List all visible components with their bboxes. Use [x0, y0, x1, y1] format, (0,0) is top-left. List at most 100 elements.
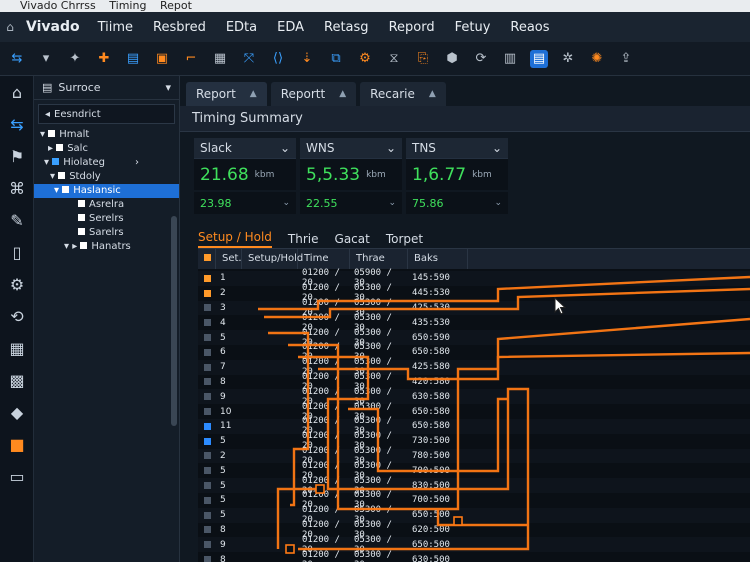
- table-row[interactable]: 9 01200 / 20 05300 / 30 630:580: [198, 387, 750, 407]
- tree-node[interactable]: Serelrs: [34, 212, 179, 226]
- link-icon[interactable]: ⧖: [385, 50, 403, 68]
- chevron-down-icon[interactable]: ▾: [165, 81, 171, 94]
- table-row[interactable]: 4 01200 / 20 05300 / 30 435:530: [198, 313, 750, 333]
- page-icon[interactable]: ▥: [501, 50, 519, 68]
- chevron-down-icon[interactable]: ⌄: [494, 198, 502, 208]
- copy-icon[interactable]: ⧉: [327, 50, 345, 68]
- settings-icon[interactable]: ⚙: [0, 268, 34, 300]
- menu-item[interactable]: EDta: [226, 20, 257, 35]
- chevron-down-icon[interactable]: ⌄: [492, 141, 502, 155]
- chevron-down-icon[interactable]: ▾: [37, 50, 55, 68]
- row-checkbox[interactable]: [198, 511, 216, 519]
- table-row[interactable]: 8 01200 / 20 05300 / 30 630:500: [198, 550, 750, 562]
- home-icon[interactable]: ⌂: [0, 20, 20, 34]
- row-checkbox[interactable]: [198, 541, 216, 549]
- tab-thrie[interactable]: Thrie: [288, 232, 319, 246]
- device-icon[interactable]: ▯: [0, 236, 34, 268]
- document-icon[interactable]: ⎘: [414, 50, 432, 68]
- menu-item[interactable]: EDA: [277, 20, 304, 35]
- row-checkbox[interactable]: [198, 289, 216, 297]
- table-row[interactable]: 5 01200 / 20 05300 / 30 650:500: [198, 505, 750, 525]
- col-header[interactable]: Set.: [216, 249, 242, 269]
- flag-icon[interactable]: ⚑: [0, 140, 34, 172]
- row-checkbox[interactable]: [198, 378, 216, 386]
- tab-reportt[interactable]: Reportt ▲: [270, 82, 357, 106]
- chevron-down-icon[interactable]: ⌄: [388, 198, 396, 208]
- table-row[interactable]: 2 01200 / 20 05300 / 30 445:530: [198, 283, 750, 303]
- tab-setup-hold[interactable]: Setup / Hold: [198, 230, 272, 248]
- flow-icon[interactable]: ⇆: [8, 50, 26, 68]
- row-checkbox[interactable]: [198, 304, 216, 312]
- home-icon[interactable]: ⌂: [0, 76, 34, 108]
- chip-icon[interactable]: ▣: [153, 50, 171, 68]
- gear-orange-icon[interactable]: ✺: [588, 50, 606, 68]
- col-header[interactable]: Thrae: [350, 249, 408, 269]
- folder-icon[interactable]: ▭: [0, 460, 34, 492]
- menu-item[interactable]: Retasg: [324, 20, 369, 35]
- tree-node[interactable]: ▾ Hmalt: [34, 128, 179, 142]
- grid-icon[interactable]: ▦: [0, 332, 34, 364]
- tree-node[interactable]: ▾ Hiolateg ›: [34, 156, 179, 170]
- tag-icon[interactable]: ◆: [0, 396, 34, 428]
- menu-item[interactable]: Reaos: [510, 20, 549, 35]
- tree-toggle-icon[interactable]: ◂: [45, 109, 50, 120]
- wizard-icon[interactable]: ✦: [66, 50, 84, 68]
- row-checkbox[interactable]: [198, 452, 216, 460]
- chevron-down-icon[interactable]: ⌄: [280, 141, 290, 155]
- source-filter[interactable]: ◂ Eesndrict: [38, 104, 175, 124]
- tree-node[interactable]: Asrelra: [34, 198, 179, 212]
- expand-icon[interactable]: ⤧: [240, 50, 258, 68]
- row-checkbox[interactable]: [198, 393, 216, 401]
- bracket-icon[interactable]: ⌐: [182, 50, 200, 68]
- row-checkbox[interactable]: [198, 556, 216, 562]
- download-icon[interactable]: ⇣: [298, 50, 316, 68]
- table-row[interactable]: 1 01200 / 20 05900 / 30 145:590: [198, 268, 750, 288]
- row-checkbox[interactable]: [198, 422, 216, 430]
- row-checkbox[interactable]: [198, 363, 216, 371]
- menu-item[interactable]: Repord: [389, 20, 435, 35]
- tree-node[interactable]: ▾ ▸ Hanatrs: [34, 240, 179, 254]
- plus-tool-icon[interactable]: ✚: [95, 50, 113, 68]
- table-row[interactable]: 5 01200 / 20 05300 / 30 650:590: [198, 328, 750, 348]
- grid-icon[interactable]: ▦: [211, 50, 229, 68]
- col-header[interactable]: Setup/Hold: [242, 249, 303, 269]
- settings-icon[interactable]: ⚙: [356, 50, 374, 68]
- flow-navigator-icon[interactable]: ⇆: [0, 108, 34, 140]
- table-row[interactable]: 7 01200 / 20 05300 / 30 425:580: [198, 357, 750, 377]
- menu-item[interactable]: Tiime: [98, 20, 133, 35]
- tab-torpet[interactable]: Torpet: [386, 232, 423, 246]
- table-row[interactable]: 10 01200 / 20 05300 / 30 650:580: [198, 402, 750, 422]
- source-scrollbar[interactable]: [171, 216, 177, 426]
- tree-node-selected[interactable]: ▾ Haslansic: [34, 184, 179, 198]
- row-checkbox[interactable]: [198, 274, 216, 282]
- table-row[interactable]: 5 01200 / 20 05300 / 30 700:500: [198, 490, 750, 510]
- hierarchy-icon[interactable]: ⌘: [0, 172, 34, 204]
- bookmark-icon[interactable]: ■: [0, 428, 34, 460]
- menu-item[interactable]: Resbred: [153, 20, 206, 35]
- row-checkbox[interactable]: [198, 467, 216, 475]
- chevron-down-icon[interactable]: ⌄: [386, 141, 396, 155]
- row-checkbox[interactable]: [198, 319, 216, 327]
- table-row[interactable]: 2 01200 / 20 05300 / 30 780:500: [198, 446, 750, 466]
- table-row[interactable]: 11 01200 / 20 05300 / 30 650:580: [198, 416, 750, 436]
- table-row[interactable]: 6 01200 / 20 05300 / 30 650:580: [198, 342, 750, 362]
- row-checkbox[interactable]: [198, 408, 216, 416]
- table-row[interactable]: 5 01200 / 20 05300 / 30 730:500: [198, 431, 750, 451]
- tree-node[interactable]: Sarelrs: [34, 226, 179, 240]
- table-row[interactable]: 8 01200 / 20 05300 / 30 620:500: [198, 520, 750, 540]
- row-checkbox[interactable]: [198, 437, 216, 445]
- edit-icon[interactable]: ✎: [0, 204, 34, 236]
- row-checkbox[interactable]: [198, 348, 216, 356]
- table-row[interactable]: 8 01200 / 20 05300 / 30 420:580: [198, 372, 750, 392]
- table-row[interactable]: 3 01200 / 20 05300 / 30 425:530: [198, 298, 750, 318]
- chip-icon[interactable]: ▩: [0, 364, 34, 396]
- menu-item[interactable]: Fetuy: [455, 20, 491, 35]
- tab-report[interactable]: Report ▲: [186, 82, 267, 106]
- brackets-icon[interactable]: ⟨⟩: [269, 50, 287, 68]
- tab-recarie[interactable]: Recarie ▲: [360, 82, 446, 106]
- col-header[interactable]: Baks: [408, 249, 468, 269]
- calendar-icon[interactable]: ▤: [124, 50, 142, 68]
- select-all-checkbox[interactable]: [198, 249, 216, 269]
- row-checkbox[interactable]: [198, 526, 216, 534]
- tree-node[interactable]: ▾ Stdoly: [34, 170, 179, 184]
